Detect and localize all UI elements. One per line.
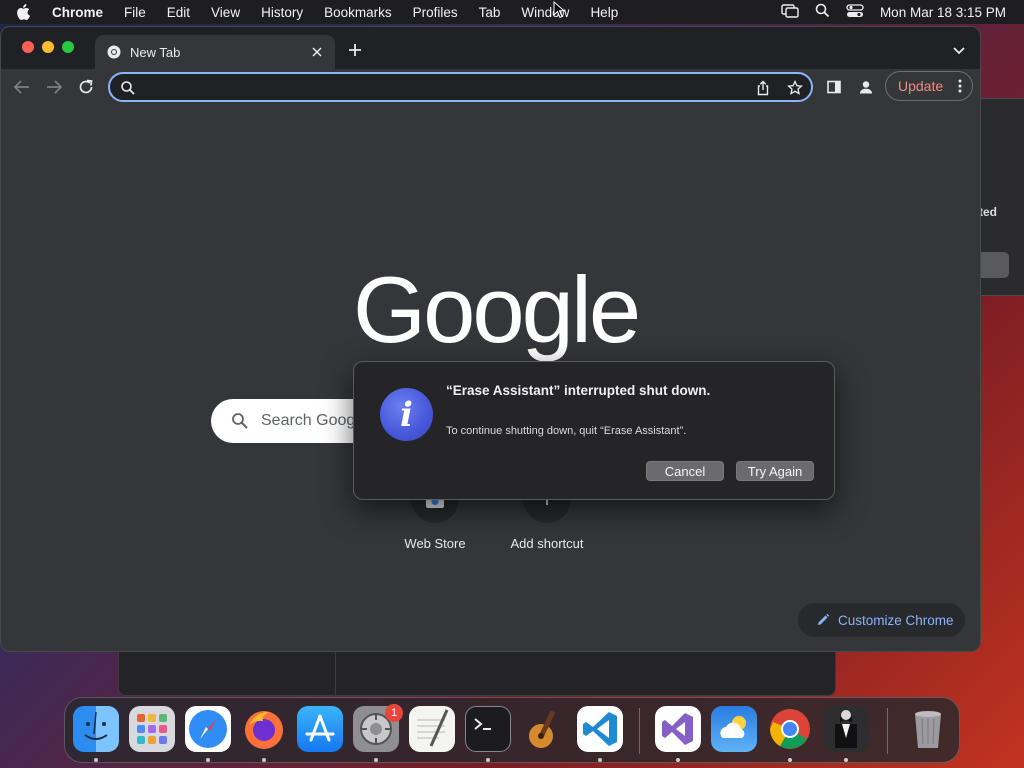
menu-history[interactable]: History [261,5,303,20]
shortcut-label: Web Store [404,536,466,551]
screen-mirror-icon[interactable] [781,3,799,21]
menu-file[interactable]: File [124,5,146,20]
dock: 1 [64,697,960,763]
running-indicator [94,758,98,762]
tab-strip: New Tab [1,27,980,69]
bookmark-star-icon[interactable] [787,79,803,96]
textedit-icon[interactable] [409,706,455,752]
tab-title: New Tab [130,44,181,60]
running-indicator [262,758,266,762]
tab-close-icon[interactable] [309,44,325,60]
menu-clock[interactable]: Mon Mar 18 3:15 PM [880,5,1006,20]
alert-title: “Erase Assistant” interrupted shut down. [446,383,711,398]
update-label: Update [898,78,944,94]
running-indicator [788,758,792,762]
share-icon[interactable] [755,80,771,96]
mouse-cursor-icon [553,0,566,19]
reload-icon[interactable] [77,78,95,96]
launchpad-icon[interactable] [129,706,175,752]
running-indicator [486,758,490,762]
menu-help[interactable]: Help [590,5,618,20]
new-tab-plus-icon[interactable] [346,41,364,59]
customize-chrome-button[interactable]: Customize Chrome [798,603,965,637]
app-store-icon[interactable] [297,706,343,752]
menu-view[interactable]: View [211,5,240,20]
running-indicator [206,758,210,762]
customize-chrome-label: Customize Chrome [838,612,954,628]
running-indicator [598,758,602,762]
tab-new-tab[interactable]: New Tab [95,35,335,69]
chrome-icon[interactable] [767,706,813,752]
menu-tab[interactable]: Tab [479,5,501,20]
background-window-text: ted [979,205,997,219]
visual-studio-icon[interactable] [655,706,701,752]
menu-app-name[interactable]: Chrome [52,5,103,20]
alert-dialog: i “Erase Assistant” interrupted shut dow… [353,361,835,500]
terminal-icon[interactable] [465,706,511,752]
dock-separator [639,708,640,754]
notification-badge: 1 [385,704,403,722]
search-icon [231,412,249,430]
bartender-icon[interactable] [823,706,869,752]
google-logo: Google [353,257,641,362]
running-indicator [844,758,848,762]
apple-menu-icon[interactable] [16,4,36,20]
menu-profiles[interactable]: Profiles [413,5,458,20]
forward-arrow-icon[interactable] [45,78,63,96]
pencil-icon [816,613,830,627]
spotlight-search-icon[interactable] [815,3,830,21]
chrome-icon [107,45,121,59]
window-minimize-button[interactable] [42,41,54,53]
more-menu-icon[interactable] [958,79,962,93]
firefox-icon[interactable] [241,706,287,752]
info-icon: i [380,388,433,441]
side-panel-icon[interactable] [825,78,843,96]
vscode-icon[interactable] [577,706,623,752]
chrome-window: New Tab Update Google Search Google Web … [0,26,981,652]
window-close-button[interactable] [22,41,34,53]
browser-toolbar: Update [1,69,980,105]
profile-icon[interactable] [857,78,875,96]
alert-message: To continue shutting down, quit “Erase A… [446,425,687,437]
menu-edit[interactable]: Edit [167,5,190,20]
search-icon [120,80,136,96]
cancel-button[interactable]: Cancel [646,461,724,481]
trash-icon[interactable] [905,706,951,752]
running-indicator [374,758,378,762]
window-zoom-button[interactable] [62,41,74,53]
safari-icon[interactable] [185,706,231,752]
finder-icon[interactable] [73,706,119,752]
menu-bookmarks[interactable]: Bookmarks [324,5,392,20]
garageband-icon[interactable] [521,706,567,752]
running-indicator [676,758,680,762]
try-again-button[interactable]: Try Again [736,461,814,481]
tab-search-chevron-icon[interactable] [951,44,967,56]
control-center-icon[interactable] [846,3,864,21]
shortcut-label: Add shortcut [510,536,584,551]
back-arrow-icon[interactable] [13,78,31,96]
menu-bar: Chrome File Edit View History Bookmarks … [0,0,1024,24]
update-button[interactable]: Update [885,71,973,101]
weather-icon[interactable] [711,706,757,752]
dock-separator [887,708,888,754]
omnibox[interactable] [108,72,813,102]
address-input[interactable] [144,77,744,97]
